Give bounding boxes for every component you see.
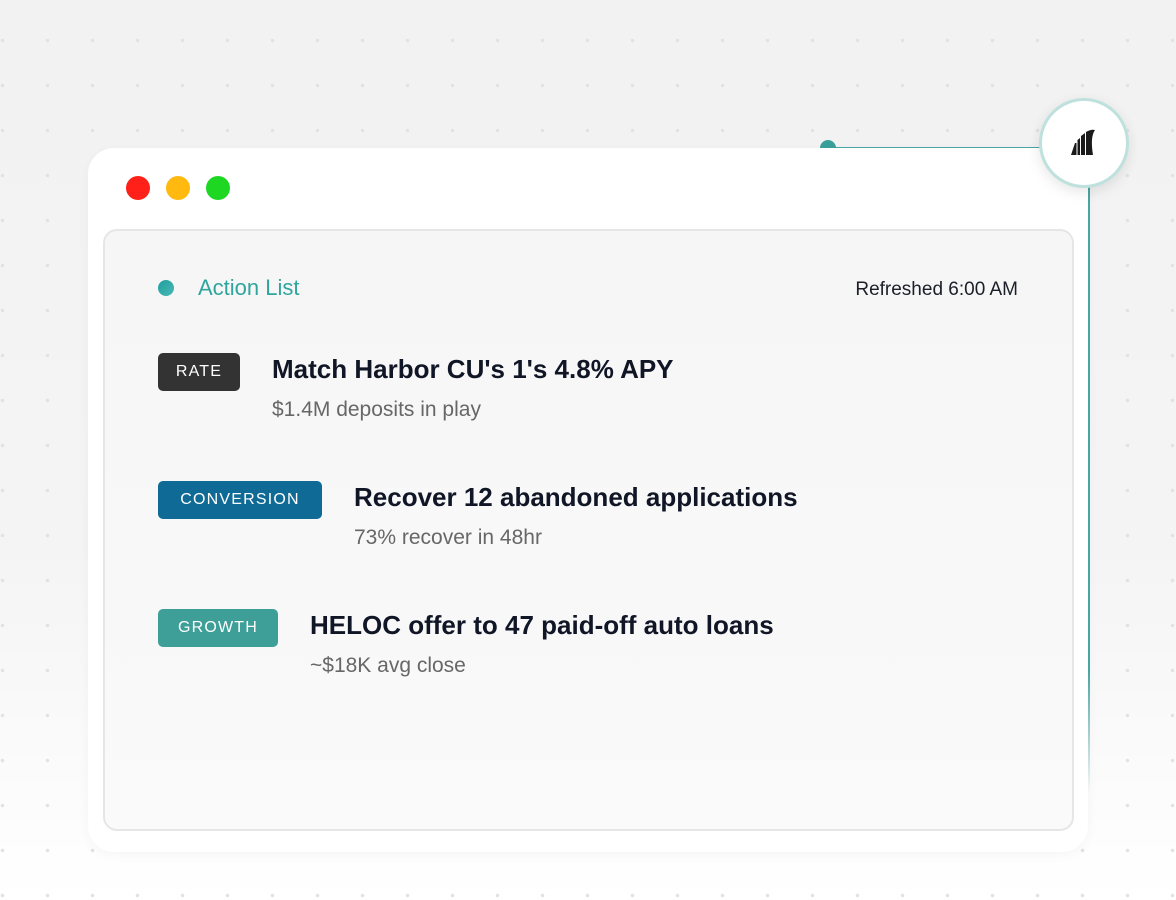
refreshed-timestamp: Refreshed 6:00 AM [855, 279, 1018, 300]
status-dot-icon [158, 280, 174, 296]
action-title: Match Harbor CU's 1's 4.8% APY [272, 354, 674, 384]
app-window: Action List Refreshed 6:00 AM RATE Match… [88, 148, 1088, 852]
action-list-panel: Action List Refreshed 6:00 AM RATE Match… [103, 229, 1074, 831]
category-badge-rate: RATE [158, 353, 240, 391]
connector-line-vertical [1088, 182, 1090, 792]
maximize-window-button[interactable] [206, 176, 230, 200]
category-badge-conversion: CONVERSION [158, 481, 322, 519]
action-title: HELOC offer to 47 paid-off auto loans [310, 610, 774, 640]
logo-badge[interactable] [1039, 98, 1129, 188]
action-subtitle: $1.4M deposits in play [272, 398, 481, 421]
close-window-button[interactable] [126, 176, 150, 200]
category-badge-growth: GROWTH [158, 609, 278, 647]
action-subtitle: 73% recover in 48hr [354, 526, 542, 549]
action-title: Recover 12 abandoned applications [354, 482, 798, 512]
fin-logo-icon [1071, 129, 1095, 155]
action-subtitle: ~$18K avg close [310, 654, 466, 677]
minimize-window-button[interactable] [166, 176, 190, 200]
panel-title: Action List [198, 275, 300, 300]
